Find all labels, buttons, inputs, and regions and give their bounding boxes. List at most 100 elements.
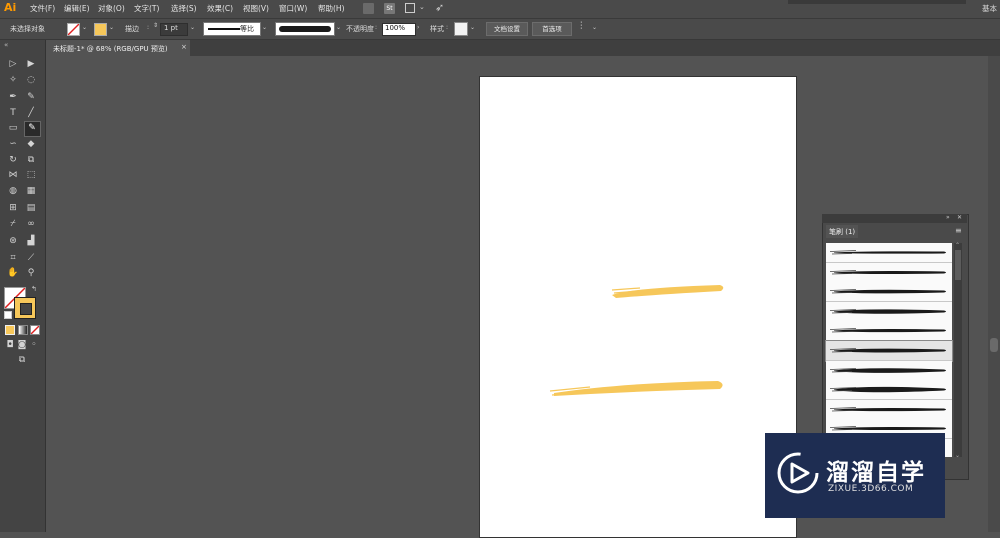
canvas-scroll-thumb[interactable]	[990, 338, 998, 352]
bridge-icon[interactable]	[363, 3, 374, 14]
profile-dropdown-icon[interactable]: ⌄	[262, 24, 267, 31]
brush-row[interactable]	[826, 380, 952, 401]
align-dropdown-icon[interactable]: ⌄	[592, 24, 597, 31]
rocket-icon[interactable]: ➶	[435, 1, 444, 14]
zoom-tool-icon[interactable]: ⚲	[25, 268, 37, 279]
stock-icon[interactable]: St	[384, 3, 395, 14]
rotate-tool-icon[interactable]: ↻	[7, 155, 19, 166]
preferences-button[interactable]: 首选项	[532, 22, 572, 36]
align-icon[interactable]: ⫶	[580, 21, 583, 32]
menu-view[interactable]: 视图(V)	[243, 3, 269, 14]
draw-normal-icon[interactable]: ◘	[4, 340, 16, 351]
gradient-tool-icon[interactable]: ▤	[25, 203, 37, 214]
brush-row[interactable]	[826, 399, 952, 420]
stepper-icon[interactable]: ⇕	[153, 22, 158, 29]
opacity-value: 100%	[385, 24, 406, 32]
direct-selection-tool-icon[interactable]: ▶	[25, 59, 37, 70]
brush-stroke-preview	[829, 348, 946, 353]
brush-row[interactable]	[826, 321, 952, 342]
rectangle-tool-icon[interactable]: ▭	[7, 123, 19, 134]
curvature-tool-icon[interactable]: ✎	[25, 92, 37, 103]
collapse-toolbar-icon[interactable]: «	[4, 41, 8, 49]
close-icon[interactable]: ×	[181, 43, 187, 51]
brush-stroke-preview	[829, 289, 946, 294]
brush-row[interactable]	[826, 243, 952, 263]
brush-stroke-preview	[829, 406, 946, 412]
brush-list-scroll-thumb[interactable]	[955, 250, 961, 280]
type-tool-icon[interactable]: T	[7, 108, 19, 119]
workspace-switcher[interactable]: 基本	[982, 3, 997, 14]
watermark-url: ZIXUE.3D66.COM	[828, 484, 914, 494]
artboard-tool-icon[interactable]: ⌗	[7, 253, 19, 264]
perspective-grid-tool-icon[interactable]: ▦	[25, 186, 37, 197]
menu-object[interactable]: 对象(O)	[98, 3, 125, 14]
brush-row[interactable]	[825, 340, 953, 362]
color-mode-icon[interactable]	[5, 325, 15, 335]
draw-behind-icon[interactable]: ◙	[16, 340, 28, 351]
brush-dropdown-icon[interactable]: ⌄	[336, 24, 341, 31]
scale-tool-icon[interactable]: ⧉	[25, 155, 37, 166]
brush-stroke-1[interactable]	[611, 285, 724, 298]
menu-file[interactable]: 文件(F)	[30, 3, 55, 14]
shaper-tool-icon[interactable]: ∽	[7, 139, 19, 150]
draw-inside-icon[interactable]: ◦	[28, 340, 40, 351]
collapse-panel-icon[interactable]: »	[946, 214, 950, 221]
opacity-label[interactable]: 不透明度	[346, 24, 374, 34]
menu-window[interactable]: 窗口(W)	[279, 3, 307, 14]
none-mode-icon[interactable]	[30, 325, 40, 335]
menu-help[interactable]: 帮助(H)	[318, 3, 345, 14]
document-tab-label: 未标题-1* @ 68% (RGB/GPU 预览)	[53, 45, 168, 53]
menu-select[interactable]: 选择(S)	[171, 3, 197, 14]
line-segment-tool-icon[interactable]: ╱	[25, 108, 37, 119]
swap-colors-icon[interactable]: ↰	[31, 285, 37, 293]
screen-mode-icon[interactable]: ⧉	[16, 355, 28, 366]
free-transform-tool-icon[interactable]: ⬚	[25, 170, 37, 181]
stroke-label[interactable]: 描边	[125, 24, 139, 34]
blend-tool-icon[interactable]: ∞	[25, 219, 37, 230]
menu-effect[interactable]: 效果(C)	[207, 3, 233, 14]
mesh-tool-icon[interactable]: ⊞	[7, 203, 19, 214]
brush-definition-select[interactable]	[275, 22, 335, 36]
arrange-documents-icon[interactable]	[405, 3, 415, 13]
brush-row[interactable]	[826, 360, 952, 381]
watermark-title: 溜溜自学	[826, 460, 926, 486]
brush-row[interactable]	[826, 301, 952, 322]
symbol-sprayer-tool-icon[interactable]: ⊛	[7, 236, 19, 247]
gradient-mode-icon[interactable]	[18, 325, 28, 335]
default-colors-icon[interactable]	[4, 311, 12, 319]
magic-wand-tool-icon[interactable]: ✧	[7, 75, 19, 86]
menu-type[interactable]: 文字(T)	[134, 3, 159, 14]
scroll-down-icon[interactable]: ⌄	[955, 452, 960, 459]
chevron-down-icon[interactable]: ⌄	[419, 3, 425, 11]
panel-menu-icon[interactable]: ≡	[955, 226, 962, 235]
graph-tool-icon[interactable]: ▟	[25, 236, 37, 247]
stroke-color-box[interactable]	[14, 297, 36, 319]
brush-row[interactable]	[826, 262, 952, 283]
shape-builder-tool-icon[interactable]: ◍	[7, 186, 19, 197]
slice-tool-icon[interactable]: ⟋	[25, 253, 37, 264]
hand-tool-icon[interactable]: ✋	[7, 268, 19, 279]
style-dropdown-icon[interactable]: ⌄	[470, 24, 475, 31]
stroke-swatch[interactable]	[94, 23, 107, 36]
eraser-tool-icon[interactable]: ◆	[25, 139, 37, 150]
weight-dropdown-icon[interactable]: ⌄	[190, 24, 195, 31]
brush-row[interactable]	[826, 282, 952, 303]
style-swatch[interactable]	[454, 22, 468, 36]
menu-edit[interactable]: 编辑(E)	[64, 3, 90, 14]
eyedropper-tool-icon[interactable]: ⌿	[7, 219, 19, 230]
stroke-dropdown-icon[interactable]: ⌄	[109, 24, 114, 31]
pen-tool-icon[interactable]: ✒	[7, 92, 19, 103]
fill-swatch[interactable]	[67, 23, 80, 36]
close-panel-icon[interactable]: ✕	[957, 214, 962, 221]
paintbrush-tool-icon[interactable]: ✎	[26, 123, 38, 134]
brush-stroke-preview	[829, 387, 946, 393]
brush-stroke-2[interactable]	[549, 381, 723, 396]
width-tool-icon[interactable]: ⋈	[7, 170, 19, 181]
opacity-arrow-icon[interactable]: ›	[417, 24, 419, 31]
lasso-tool-icon[interactable]: ◌	[25, 75, 37, 86]
scroll-up-icon[interactable]: ⌃	[955, 242, 960, 249]
canvas-vertical-scrollbar[interactable]	[988, 56, 1000, 532]
document-setup-button[interactable]: 文档设置	[486, 22, 528, 36]
selection-tool-icon[interactable]: ▷	[7, 59, 19, 70]
fill-dropdown-icon[interactable]: ⌄	[82, 24, 87, 31]
